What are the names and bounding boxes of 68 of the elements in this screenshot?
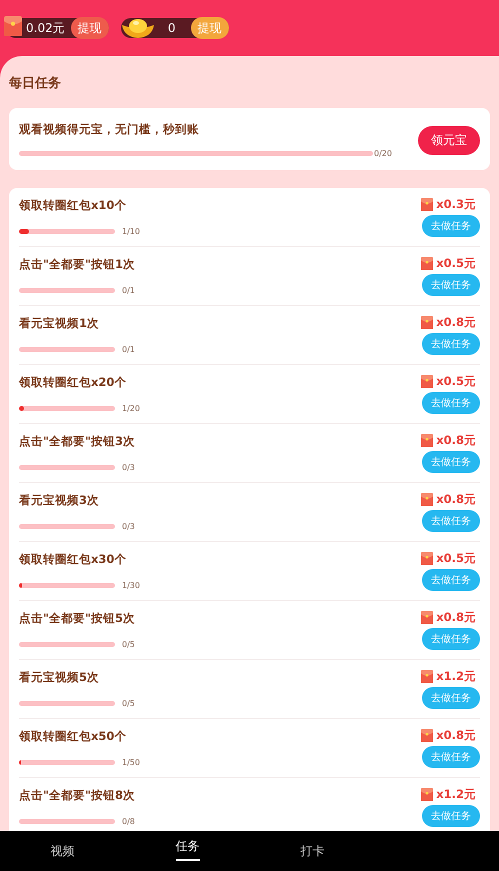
reward-amount: x0.8元 xyxy=(436,728,476,743)
nav-tab[interactable]: 视频 xyxy=(50,842,74,860)
envelope-icon xyxy=(421,728,434,742)
do-task-button[interactable]: 去做任务 xyxy=(422,392,480,414)
nav-tab[interactable]: 打卡 xyxy=(300,842,324,860)
progress-reading: 0/1 xyxy=(122,286,135,295)
progress-reading: 0/3 xyxy=(122,522,135,531)
progress-reading: 1/30 xyxy=(122,581,140,590)
task-title: 领取转圈红包x20个 xyxy=(19,375,128,390)
envelope-icon xyxy=(421,552,434,566)
envelope-icon xyxy=(421,198,434,212)
cash-amount: 0.02元 xyxy=(25,20,66,36)
do-task-button[interactable]: 去做任务 xyxy=(422,628,480,650)
envelope-icon xyxy=(421,434,434,448)
task-title: 点击"全都要"按钮8次 xyxy=(19,788,135,803)
do-task-button[interactable]: 去做任务 xyxy=(422,510,480,532)
task-title: 点击"全都要"按钮5次 xyxy=(19,611,135,626)
envelope-icon xyxy=(421,256,434,270)
ingot-icon xyxy=(120,17,155,39)
do-task-button[interactable]: 去做任务 xyxy=(422,805,480,827)
task-title: 点击"全都要"按钮1次 xyxy=(19,257,135,272)
progress-reading: 1/10 xyxy=(122,227,140,236)
envelope-icon xyxy=(421,670,434,684)
reward-amount: x0.5元 xyxy=(436,551,476,566)
envelope-icon xyxy=(421,374,434,388)
reward-amount: x1.2元 xyxy=(436,669,476,684)
reward-amount: x0.3元 xyxy=(436,197,476,212)
task-title: 看元宝视频1次 xyxy=(19,316,100,331)
task-title: 看元宝视频3次 xyxy=(19,493,100,508)
reward-amount: x0.5元 xyxy=(436,256,476,271)
progress-reading: 1/50 xyxy=(122,758,140,767)
reward-amount: x0.5元 xyxy=(436,374,476,389)
progress-reading: 0/8 xyxy=(122,817,135,826)
task-title: 点击"全都要"按钮3次 xyxy=(19,434,135,449)
task-title: 领取转圈红包x10个 xyxy=(19,198,128,213)
progress-reading: 0/20 xyxy=(374,149,392,158)
do-task-button[interactable]: 去做任务 xyxy=(422,215,480,237)
ingot-amount: 0 xyxy=(166,21,177,35)
nav-tab[interactable]: 任务 xyxy=(176,838,200,860)
envelope-icon xyxy=(421,788,434,802)
progress-reading: 1/20 xyxy=(122,404,140,413)
envelope-icon xyxy=(421,610,434,624)
do-task-button[interactable]: 去做任务 xyxy=(422,333,480,355)
do-task-button[interactable]: 去做任务 xyxy=(422,569,480,591)
reward-amount: x0.8元 xyxy=(436,315,476,330)
do-task-button[interactable]: 去做任务 xyxy=(422,274,480,296)
reward-amount: x1.2元 xyxy=(436,787,476,802)
envelope-icon xyxy=(4,16,22,36)
withdraw-button[interactable]: 提现 xyxy=(70,17,109,39)
reward-amount: x0.8元 xyxy=(436,610,476,625)
do-task-button[interactable]: 去做任务 xyxy=(422,687,480,709)
reward-amount: x0.8元 xyxy=(436,433,476,448)
task-title: 观看视频得元宝，无门槛，秒到账 xyxy=(19,122,200,137)
envelope-icon xyxy=(421,492,434,506)
task-title: 看元宝视频5次 xyxy=(19,670,100,685)
progress-reading: 0/5 xyxy=(122,640,135,649)
progress-reading: 0/1 xyxy=(122,345,135,354)
claim-ingot-button[interactable]: 领元宝 xyxy=(418,126,480,154)
section-title: 每日任务 xyxy=(9,75,62,93)
do-task-button[interactable]: 去做任务 xyxy=(422,746,480,768)
reward-amount: x0.8元 xyxy=(436,492,476,507)
task-title: 领取转圈红包x50个 xyxy=(19,729,128,744)
do-task-button[interactable]: 去做任务 xyxy=(422,451,480,473)
withdraw-button[interactable]: 提现 xyxy=(190,17,229,39)
progress-reading: 0/3 xyxy=(122,463,135,472)
task-title: 领取转圈红包x30个 xyxy=(19,552,128,567)
envelope-icon xyxy=(421,316,434,330)
progress-reading: 0/5 xyxy=(122,699,135,708)
